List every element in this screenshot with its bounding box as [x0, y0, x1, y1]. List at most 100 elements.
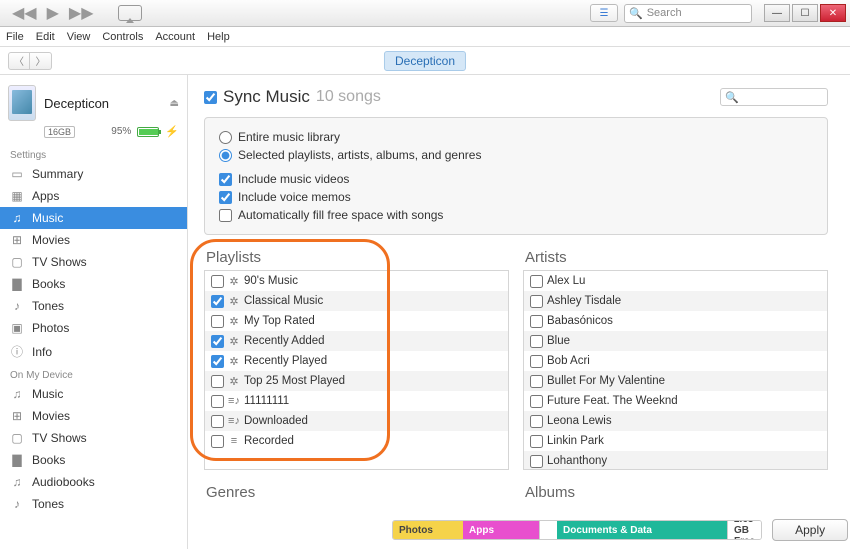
sidebar-item-movies[interactable]: ⊞Movies — [0, 229, 187, 251]
sidebar-item-movies[interactable]: ⊞Movies — [0, 405, 187, 427]
battery-percent: 95% — [111, 126, 131, 137]
sidebar-item-books[interactable]: ▇Books — [0, 449, 187, 471]
sidebar-item-icon: ▢ — [10, 255, 24, 269]
playlist-row[interactable]: ≡Recorded — [205, 431, 508, 451]
artists-list[interactable]: Alex LuAshley TisdaleBabasónicosBlueBob … — [523, 270, 828, 470]
artist-checkbox[interactable] — [530, 395, 543, 408]
playlist-checkbox[interactable] — [211, 315, 224, 328]
playlist-row[interactable]: ≡♪Downloaded — [205, 411, 508, 431]
sidebar-item-label: Music — [32, 387, 63, 401]
checkbox-include-voice[interactable]: Include voice memos — [219, 188, 813, 206]
playlist-row[interactable]: ≡♪11111111 — [205, 391, 508, 411]
artist-checkbox[interactable] — [530, 455, 543, 468]
playlist-checkbox[interactable] — [211, 395, 224, 408]
sidebar-item-tones[interactable]: ♪Tones — [0, 295, 187, 317]
content-search-input[interactable]: 🔍 — [720, 88, 828, 106]
genres-heading: Genres — [204, 484, 509, 501]
sidebar-item-photos[interactable]: ▣Photos — [0, 317, 187, 339]
minimize-button[interactable]: — — [764, 4, 790, 22]
sidebar-item-label: Movies — [32, 409, 70, 423]
playlist-row[interactable]: ✲Top 25 Most Played — [205, 371, 508, 391]
list-view-button[interactable]: ☰ — [590, 4, 618, 22]
global-search-input[interactable]: 🔍 Search — [624, 4, 752, 23]
artist-checkbox[interactable] — [530, 375, 543, 388]
playlist-checkbox[interactable] — [211, 355, 224, 368]
artist-label: Leona Lewis — [547, 415, 612, 427]
sidebar-item-music[interactable]: ♫Music — [0, 383, 187, 405]
artist-checkbox[interactable] — [530, 315, 543, 328]
artist-row[interactable]: Ashley Tisdale — [524, 291, 827, 311]
capacity-bar: Photos Apps Documents & Data 2.63 GB Fre… — [392, 520, 762, 540]
artist-row[interactable]: Bullet For My Valentine — [524, 371, 827, 391]
back-button[interactable]: 〈 — [8, 52, 30, 70]
sidebar-item-icon: ⓘ — [10, 343, 24, 360]
radio-selected-playlists[interactable]: Selected playlists, artists, albums, and… — [219, 146, 813, 164]
artist-checkbox[interactable] — [530, 415, 543, 428]
sidebar-item-label: Tones — [32, 497, 64, 511]
sidebar-item-apps[interactable]: ▦Apps — [0, 185, 187, 207]
artist-row[interactable]: Babasónicos — [524, 311, 827, 331]
sidebar-item-info[interactable]: ⓘInfo — [0, 339, 187, 364]
artist-row[interactable]: Future Feat. The Weeknd — [524, 391, 827, 411]
artist-row[interactable]: Bob Acri — [524, 351, 827, 371]
menu-account[interactable]: Account — [155, 31, 195, 43]
forward-button[interactable]: 〉 — [30, 52, 52, 70]
artist-checkbox[interactable] — [530, 275, 543, 288]
menu-file[interactable]: File — [6, 31, 24, 43]
prev-track-icon[interactable]: ◀◀ — [12, 3, 37, 23]
playlist-checkbox[interactable] — [211, 415, 224, 428]
checkbox-include-videos[interactable]: Include music videos — [219, 170, 813, 188]
sidebar-item-label: Apps — [32, 189, 59, 203]
sidebar-item-tv-shows[interactable]: ▢TV Shows — [0, 427, 187, 449]
playlist-type-icon: ≡ — [228, 435, 240, 447]
playlist-checkbox[interactable] — [211, 335, 224, 348]
albums-heading: Albums — [523, 484, 828, 501]
sidebar-item-label: Tones — [32, 299, 64, 313]
artist-row[interactable]: Blue — [524, 331, 827, 351]
play-icon[interactable]: ▶ — [47, 3, 59, 23]
playlist-row[interactable]: ✲My Top Rated — [205, 311, 508, 331]
menu-edit[interactable]: Edit — [36, 31, 55, 43]
sidebar-item-tv-shows[interactable]: ▢ TV Shows — [0, 251, 187, 273]
playlist-label: Top 25 Most Played — [244, 375, 345, 387]
playlist-checkbox[interactable] — [211, 375, 224, 388]
playlist-row[interactable]: ✲Recently Added — [205, 331, 508, 351]
device-tab[interactable]: Decepticon — [384, 51, 466, 71]
playlists-list[interactable]: ✲90's Music✲Classical Music✲My Top Rated… — [204, 270, 509, 470]
maximize-button[interactable]: ☐ — [792, 4, 818, 22]
sidebar-item-summary[interactable]: ▭Summary — [0, 163, 187, 185]
airplay-icon[interactable] — [118, 5, 142, 21]
artist-checkbox[interactable] — [530, 335, 543, 348]
sync-music-checkbox[interactable] — [204, 91, 217, 104]
checkbox-autofill[interactable]: Automatically fill free space with songs — [219, 206, 813, 224]
sidebar-item-label: TV Shows — [32, 255, 87, 269]
radio-entire-library[interactable]: Entire music library — [219, 128, 813, 146]
playlist-row[interactable]: ✲Classical Music — [205, 291, 508, 311]
eject-icon[interactable]: ⏏ — [170, 98, 179, 109]
artist-checkbox[interactable] — [530, 355, 543, 368]
sidebar-item-label: Music — [32, 211, 63, 225]
menu-controls[interactable]: Controls — [102, 31, 143, 43]
sidebar-item-tones[interactable]: ♪Tones — [0, 493, 187, 515]
close-button[interactable]: ✕ — [820, 4, 846, 22]
device-header[interactable]: Decepticon ⏏ — [0, 81, 187, 125]
artist-row[interactable]: Lohanthony — [524, 451, 827, 470]
playlist-checkbox[interactable] — [211, 275, 224, 288]
sidebar-item-books[interactable]: ▇Books — [0, 273, 187, 295]
apply-button[interactable]: Apply — [772, 519, 848, 541]
artist-checkbox[interactable] — [530, 435, 543, 448]
artist-checkbox[interactable] — [530, 295, 543, 308]
menu-help[interactable]: Help — [207, 31, 230, 43]
next-track-icon[interactable]: ▶▶ — [69, 3, 94, 23]
sidebar: Decepticon ⏏ 16GB 95% ⚡ Settings ▭Summar… — [0, 75, 188, 549]
playlist-checkbox[interactable] — [211, 295, 224, 308]
artist-row[interactable]: Leona Lewis — [524, 411, 827, 431]
artist-row[interactable]: Alex Lu — [524, 271, 827, 291]
sidebar-item-music[interactable]: ♫Music — [0, 207, 187, 229]
playlist-row[interactable]: ✲90's Music — [205, 271, 508, 291]
playlist-row[interactable]: ✲Recently Played — [205, 351, 508, 371]
playlist-checkbox[interactable] — [211, 435, 224, 448]
sidebar-item-audiobooks[interactable]: ♫Audiobooks — [0, 471, 187, 493]
artist-row[interactable]: Linkin Park — [524, 431, 827, 451]
menu-view[interactable]: View — [67, 31, 91, 43]
